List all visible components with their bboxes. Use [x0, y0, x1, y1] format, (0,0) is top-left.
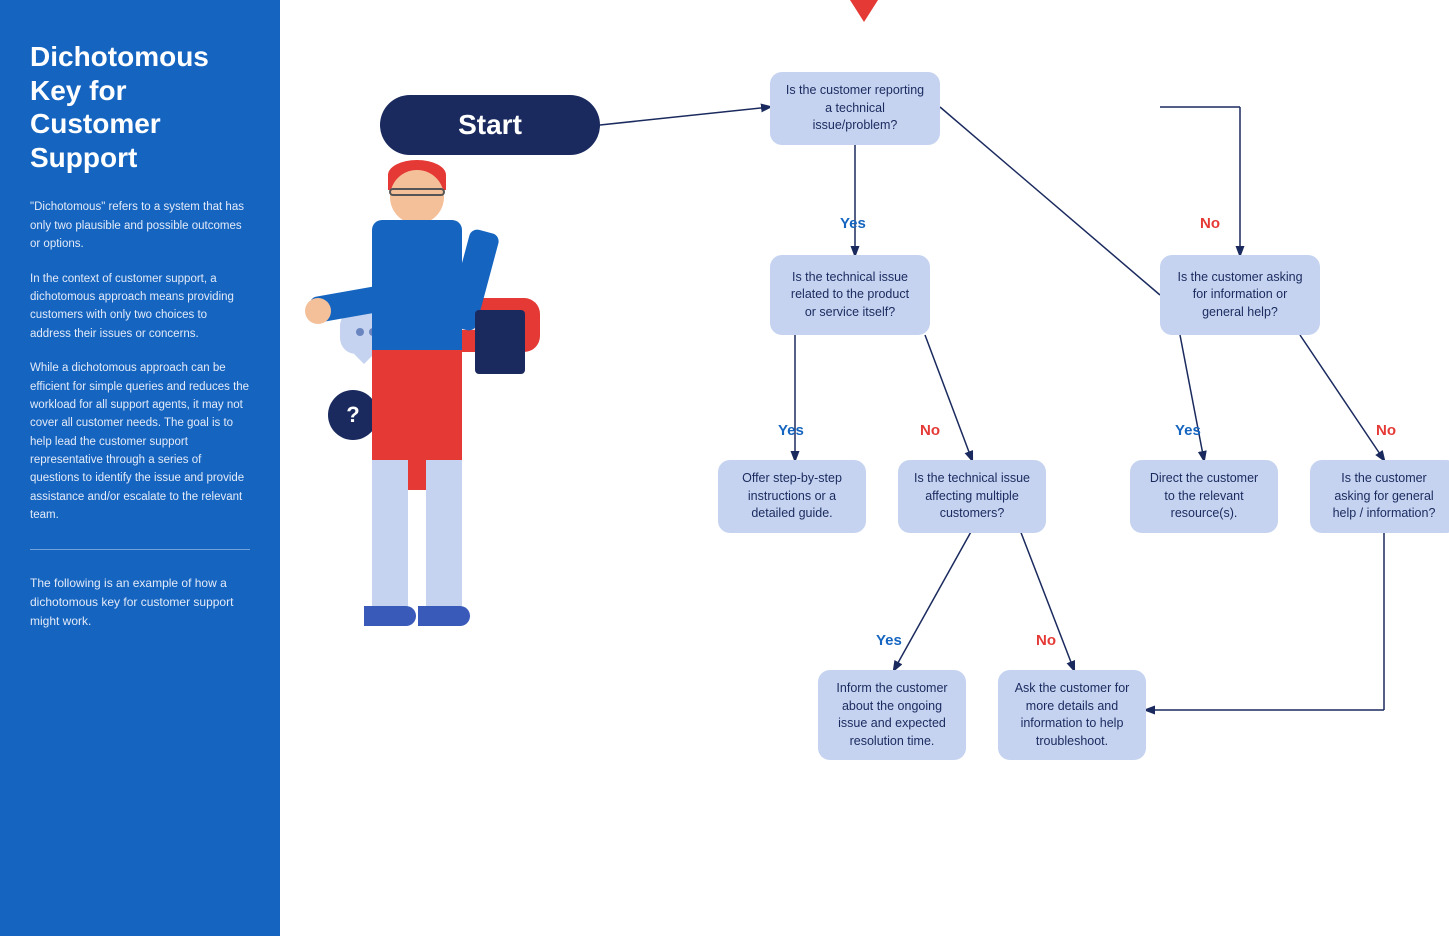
- person-book: [475, 310, 525, 374]
- person-head: [390, 170, 444, 224]
- yn-q4-yes: Yes: [876, 632, 902, 649]
- sidebar-title: Dichotomous Key for Customer Support: [30, 40, 250, 174]
- yn-q1-yes: Yes: [840, 215, 866, 232]
- yn-q2-no: No: [920, 422, 940, 439]
- top-triangle: [850, 0, 878, 22]
- person-leg-left: [372, 460, 408, 620]
- node-out3: Direct the customer to the relevant reso…: [1130, 460, 1278, 533]
- dot1: [356, 328, 364, 336]
- sidebar-desc4: The following is an example of how a dic…: [30, 574, 250, 632]
- node-q2: Is the technical issue related to the pr…: [770, 255, 930, 335]
- person-glasses: [389, 188, 445, 196]
- person-shoe-left: [364, 606, 416, 626]
- node-q4: Is the technical issue affecting multipl…: [898, 460, 1046, 533]
- node-q5: Is the customer asking for general help …: [1310, 460, 1449, 533]
- main-content: ?: [280, 0, 1449, 936]
- sidebar-desc2: In the context of customer support, a di…: [30, 270, 250, 344]
- node-q3: Is the customer asking for information o…: [1160, 255, 1320, 335]
- yn-q3-no: No: [1376, 422, 1396, 439]
- person-leg-right: [426, 460, 462, 620]
- character-illustration: ?: [280, 150, 620, 850]
- person-hand: [305, 298, 331, 324]
- node-out5: Ask the customer for more details and in…: [998, 670, 1146, 760]
- node-out4: Inform the customer about the ongoing is…: [818, 670, 966, 760]
- start-node: Start: [380, 95, 600, 155]
- sidebar: Dichotomous Key for Customer Support "Di…: [0, 0, 280, 936]
- yn-q4-no: No: [1036, 632, 1056, 649]
- sidebar-desc3: While a dichotomous approach can be effi…: [30, 359, 250, 525]
- sidebar-desc1: "Dichotomous" refers to a system that ha…: [30, 198, 250, 253]
- sidebar-divider: [30, 549, 250, 550]
- yn-q1-no: No: [1200, 215, 1220, 232]
- yn-q3-yes: Yes: [1175, 422, 1201, 439]
- node-out1: Offer step-by-step instructions or a det…: [718, 460, 866, 533]
- yn-q2-yes: Yes: [778, 422, 804, 439]
- node-q1: Is the customer reporting a technical is…: [770, 72, 940, 145]
- question-bubble: ?: [328, 390, 378, 440]
- person-shoe-right: [418, 606, 470, 626]
